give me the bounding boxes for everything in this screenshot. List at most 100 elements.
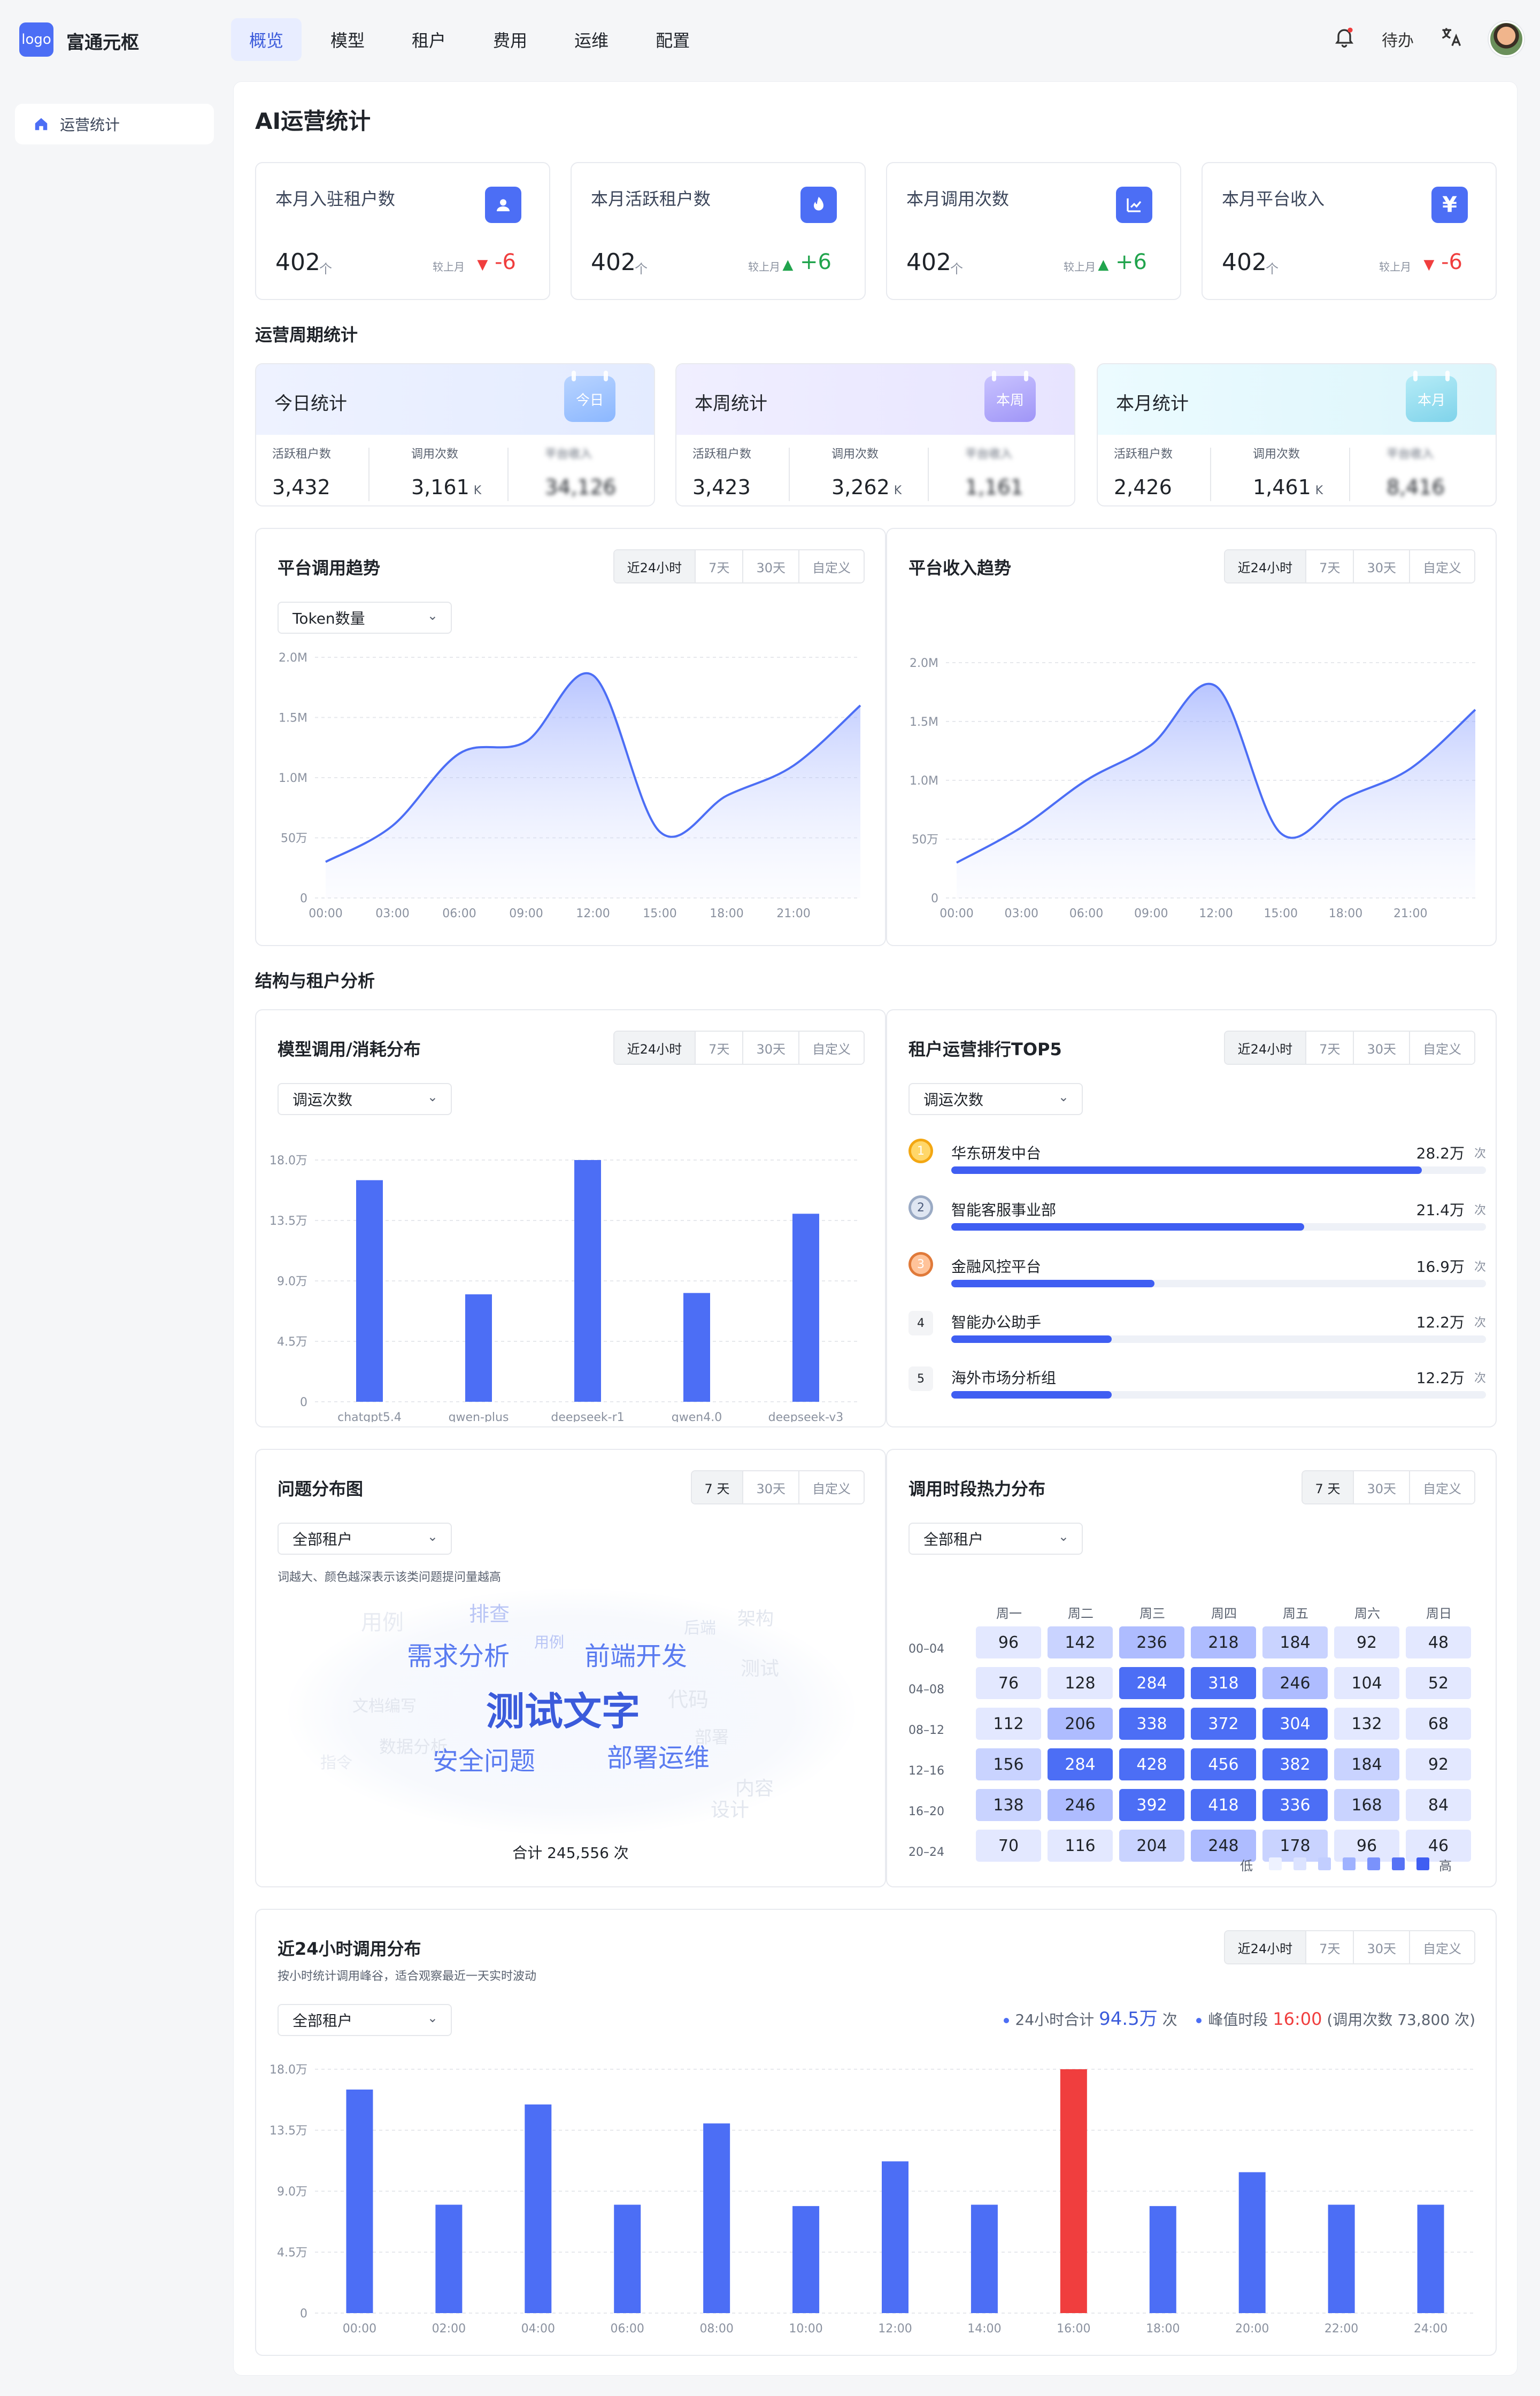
- heatmap-cell[interactable]: 96: [1334, 1830, 1399, 1862]
- tab-24h[interactable]: 近24小时: [614, 1032, 695, 1064]
- word-cloud-item[interactable]: 测试文字: [486, 1680, 640, 1736]
- heatmap-cell[interactable]: 48: [1406, 1626, 1471, 1658]
- tab-custom[interactable]: 自定义: [1409, 1471, 1474, 1503]
- sidebar-item-ops-stats[interactable]: 运营统计: [15, 104, 214, 144]
- bell-icon[interactable]: [1333, 25, 1356, 53]
- heatmap-cell[interactable]: 206: [1048, 1708, 1113, 1740]
- heatmap-cell[interactable]: 138: [976, 1789, 1041, 1821]
- heatmap-cell[interactable]: 284: [1119, 1667, 1184, 1699]
- todo-button[interactable]: 待办: [1382, 27, 1414, 51]
- tab-custom[interactable]: 自定义: [798, 1032, 864, 1064]
- heatmap-cell[interactable]: 428: [1119, 1748, 1184, 1780]
- metric-select[interactable]: 调运次数 ⌄: [278, 1083, 452, 1115]
- tenant-select[interactable]: 全部租户 ⌄: [908, 1523, 1083, 1555]
- word-cloud-item[interactable]: 测试: [741, 1653, 779, 1681]
- heatmap-cell[interactable]: 92: [1334, 1626, 1399, 1658]
- metric-select[interactable]: 调运次数 ⌄: [908, 1083, 1083, 1115]
- heatmap-cell[interactable]: 68: [1406, 1708, 1471, 1740]
- tab-7d[interactable]: 7天: [695, 550, 743, 582]
- heatmap-cell[interactable]: 84: [1406, 1789, 1471, 1821]
- nav-billing[interactable]: 费用: [475, 18, 545, 61]
- rank-row[interactable]: 2 智能客服事业部 21.4万 次: [908, 1195, 1486, 1245]
- heatmap-cell[interactable]: 128: [1048, 1667, 1113, 1699]
- tab-24h[interactable]: 近24小时: [1225, 550, 1306, 582]
- tab-30d[interactable]: 30天: [1353, 1931, 1409, 1963]
- heatmap-cell[interactable]: 156: [976, 1748, 1041, 1780]
- heatmap-cell[interactable]: 96: [976, 1626, 1041, 1658]
- tab-custom[interactable]: 自定义: [798, 1471, 864, 1503]
- tenant-select[interactable]: 全部租户 ⌄: [278, 1523, 452, 1555]
- heatmap-cell[interactable]: 318: [1191, 1667, 1256, 1699]
- heatmap-cell[interactable]: 336: [1262, 1789, 1328, 1821]
- heatmap-cell[interactable]: 246: [1048, 1789, 1113, 1821]
- heatmap-cell[interactable]: 92: [1406, 1748, 1471, 1780]
- heatmap-cell[interactable]: 246: [1262, 1667, 1328, 1699]
- tab-7d[interactable]: 7天: [695, 1032, 743, 1064]
- heatmap-cell[interactable]: 76: [976, 1667, 1041, 1699]
- tab-30d[interactable]: 30天: [1353, 550, 1409, 582]
- word-cloud-item[interactable]: 架构: [737, 1604, 774, 1630]
- heatmap-cell[interactable]: 112: [976, 1708, 1041, 1740]
- metric-select[interactable]: Token数量 ⌄: [278, 602, 452, 634]
- word-cloud-item[interactable]: 安全问题: [433, 1740, 535, 1777]
- heatmap-cell[interactable]: 382: [1262, 1748, 1328, 1780]
- tab-30d[interactable]: 30天: [742, 1471, 798, 1503]
- word-cloud-item[interactable]: 文档编写: [352, 1693, 417, 1716]
- heatmap-cell[interactable]: 142: [1048, 1626, 1113, 1658]
- heatmap-cell[interactable]: 70: [976, 1830, 1041, 1862]
- word-cloud-item[interactable]: 代码: [668, 1683, 709, 1712]
- word-cloud-item[interactable]: 用例: [361, 1605, 404, 1636]
- heatmap-cell[interactable]: 418: [1191, 1789, 1256, 1821]
- heatmap-cell[interactable]: 184: [1262, 1626, 1328, 1658]
- heatmap-cell[interactable]: 46: [1406, 1830, 1471, 1862]
- tab-custom[interactable]: 自定义: [798, 550, 864, 582]
- heatmap-cell[interactable]: 132: [1334, 1708, 1399, 1740]
- tab-24h[interactable]: 近24小时: [614, 550, 695, 582]
- rank-row[interactable]: 1 华东研发中台 28.2万 次: [908, 1139, 1486, 1188]
- tab-24h[interactable]: 近24小时: [1225, 1931, 1306, 1963]
- word-cloud-item[interactable]: 用例: [534, 1631, 564, 1652]
- tab-24h[interactable]: 近24小时: [1225, 1032, 1306, 1064]
- nav-ops[interactable]: 运维: [556, 18, 627, 61]
- heatmap-cell[interactable]: 392: [1119, 1789, 1184, 1821]
- heatmap-cell[interactable]: 218: [1191, 1626, 1256, 1658]
- word-cloud-item[interactable]: 需求分析: [407, 1635, 510, 1672]
- tab-custom[interactable]: 自定义: [1409, 1032, 1474, 1064]
- tab-7d[interactable]: 7 天: [691, 1471, 743, 1503]
- heatmap-cell[interactable]: 184: [1334, 1748, 1399, 1780]
- heatmap-cell[interactable]: 304: [1262, 1708, 1328, 1740]
- logo[interactable]: logo: [19, 22, 53, 57]
- tenant-select[interactable]: 全部租户 ⌄: [278, 2004, 452, 2036]
- rank-row[interactable]: 3 金融风控平台 16.9万 次: [908, 1252, 1486, 1301]
- heatmap-cell[interactable]: 236: [1119, 1626, 1184, 1658]
- word-cloud-item[interactable]: 后端: [684, 1615, 716, 1638]
- tab-7d[interactable]: 7 天: [1302, 1471, 1353, 1503]
- tab-custom[interactable]: 自定义: [1409, 1931, 1474, 1963]
- nav-models[interactable]: 模型: [312, 18, 383, 61]
- tab-30d[interactable]: 30天: [1353, 1471, 1409, 1503]
- word-cloud-item[interactable]: 排查: [469, 1598, 510, 1627]
- rank-row[interactable]: 4 智能办公助手 12.2万 次: [908, 1308, 1486, 1357]
- heatmap-cell[interactable]: 372: [1191, 1708, 1256, 1740]
- avatar[interactable]: [1489, 21, 1524, 57]
- nav-config[interactable]: 配置: [637, 18, 708, 61]
- tab-7d[interactable]: 7天: [1305, 1032, 1353, 1064]
- word-cloud-item[interactable]: 前端开发: [584, 1635, 687, 1672]
- tab-7d[interactable]: 7天: [1305, 1931, 1353, 1963]
- heatmap-cell[interactable]: 178: [1262, 1830, 1328, 1862]
- word-cloud-item[interactable]: 部署: [695, 1724, 729, 1748]
- heatmap-cell[interactable]: 456: [1191, 1748, 1256, 1780]
- tab-custom[interactable]: 自定义: [1409, 550, 1474, 582]
- tab-7d[interactable]: 7天: [1305, 550, 1353, 582]
- translate-icon[interactable]: [1439, 25, 1463, 53]
- heatmap-cell[interactable]: 52: [1406, 1667, 1471, 1699]
- tab-30d[interactable]: 30天: [742, 550, 798, 582]
- word-cloud-item[interactable]: 指令: [320, 1749, 352, 1773]
- word-cloud-item[interactable]: 数据分析: [379, 1733, 448, 1758]
- nav-overview[interactable]: 概览: [231, 18, 302, 61]
- heatmap-cell[interactable]: 104: [1334, 1667, 1399, 1699]
- heatmap-cell[interactable]: 168: [1334, 1789, 1399, 1821]
- word-cloud-item[interactable]: 设计: [711, 1794, 749, 1822]
- heatmap-cell[interactable]: 204: [1119, 1830, 1184, 1862]
- heatmap-cell[interactable]: 284: [1048, 1748, 1113, 1780]
